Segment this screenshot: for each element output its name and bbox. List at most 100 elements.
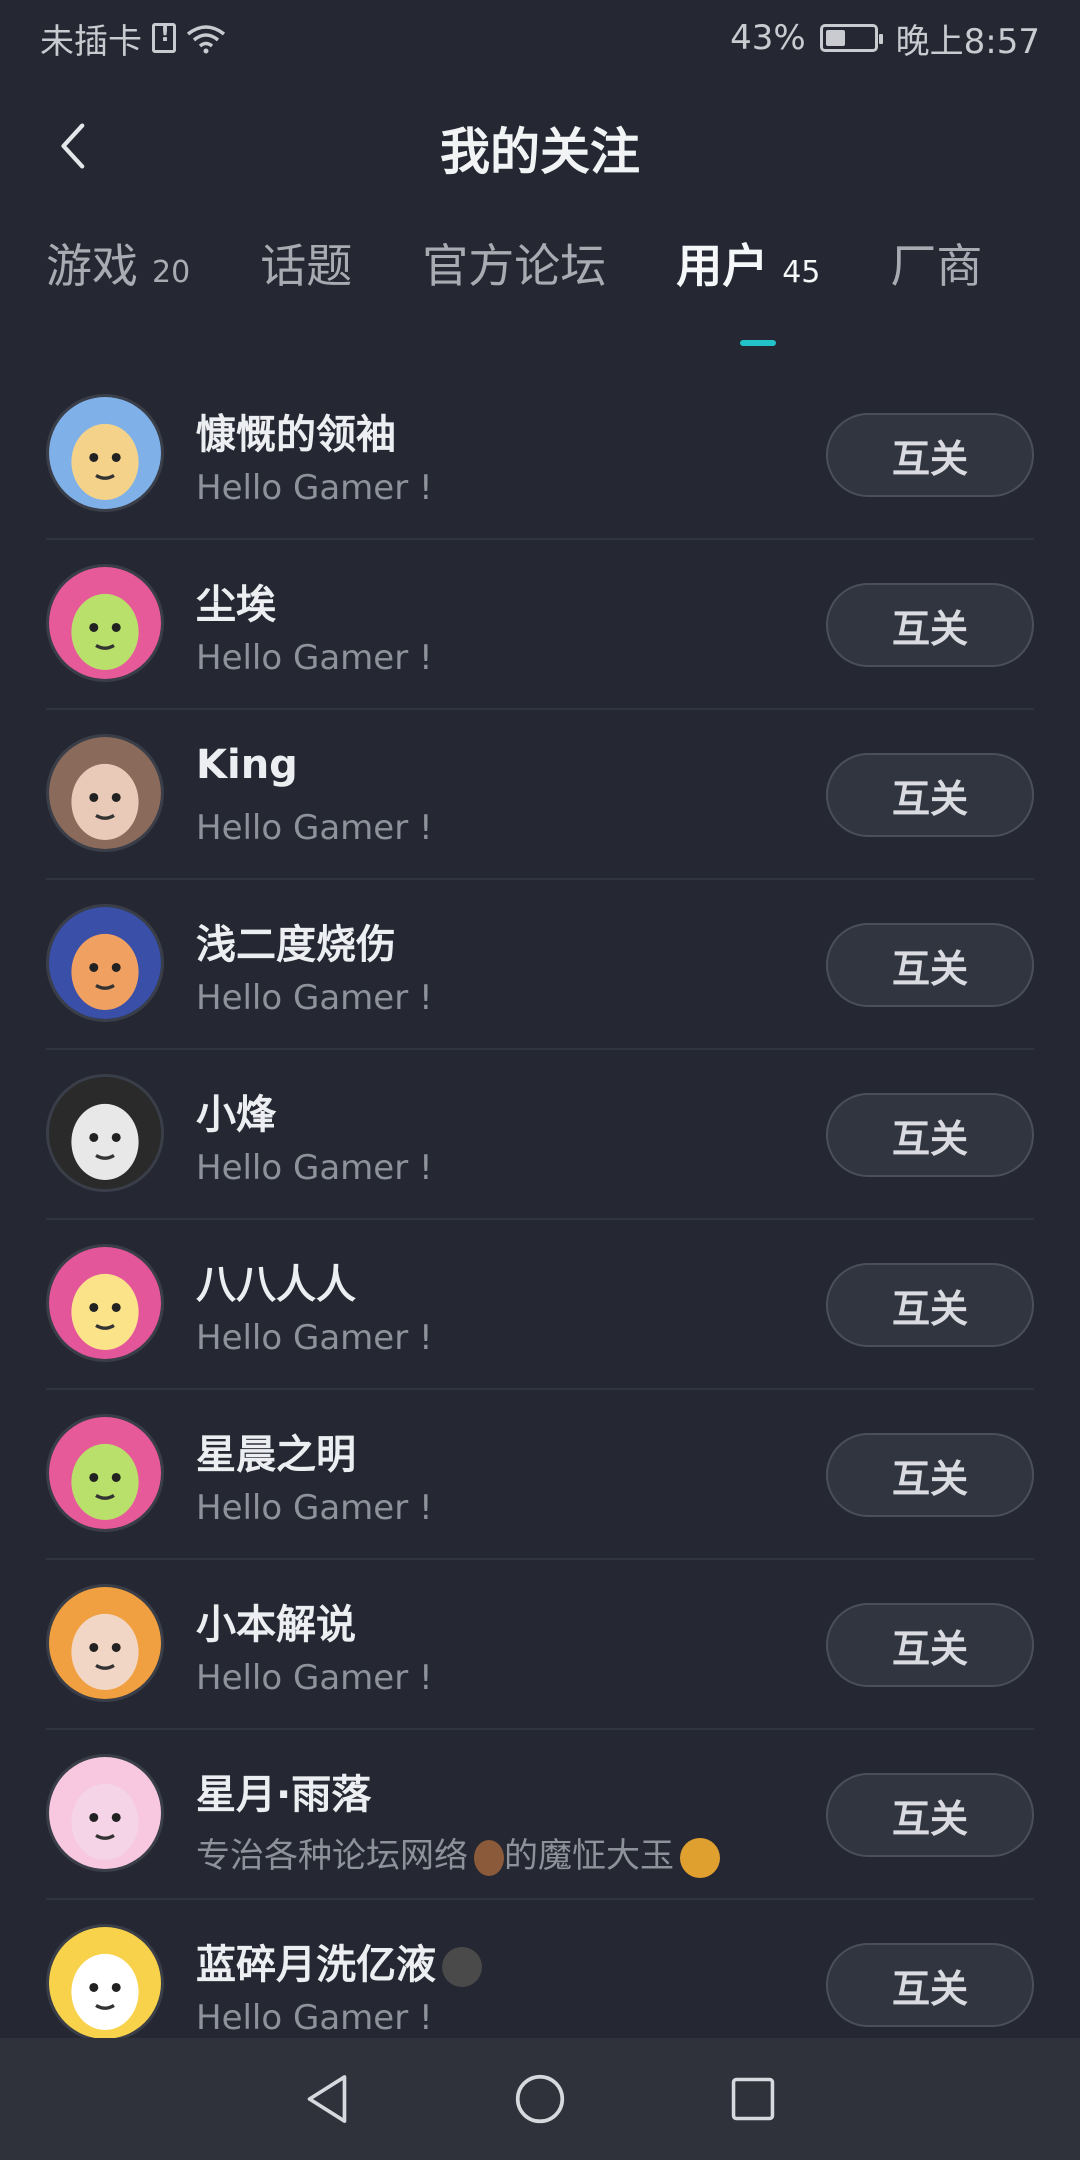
- user-name-text: 星晨之明: [196, 1432, 356, 1478]
- tab-count: 45: [782, 255, 821, 290]
- avatar[interactable]: [46, 1414, 164, 1532]
- user-name-text: 星月·雨落: [196, 1772, 372, 1818]
- user-bio-text-2: 的魔怔大玉: [504, 1836, 674, 1876]
- tab-label: 游戏: [46, 239, 138, 293]
- tab-count: 20: [152, 255, 191, 290]
- user-bio-text: Hello Gamer !: [196, 808, 433, 848]
- active-tab-indicator: [740, 340, 776, 346]
- user-bio: Hello Gamer !: [196, 1488, 433, 1528]
- avatar[interactable]: [46, 904, 164, 1022]
- moon-emoji-icon: [442, 1947, 482, 1987]
- user-name: 小本解说: [196, 1592, 356, 1650]
- mutual-follow-button[interactable]: 互关: [826, 923, 1034, 1007]
- tab-2[interactable]: 官方论坛: [422, 230, 606, 296]
- mutual-follow-button[interactable]: 互关: [826, 1263, 1034, 1347]
- mutual-follow-button[interactable]: 互关: [826, 1093, 1034, 1177]
- user-row[interactable]: 慷慨的领袖 Hello Gamer ! 互关: [0, 370, 1080, 540]
- battery-icon: [819, 24, 883, 52]
- carrier-text: 未插卡: [40, 21, 142, 62]
- avatar[interactable]: [46, 734, 164, 852]
- mutual-follow-button[interactable]: 互关: [826, 1773, 1034, 1857]
- user-name: 小烽: [196, 1082, 276, 1140]
- avatar[interactable]: [46, 564, 164, 682]
- avatar[interactable]: [46, 1074, 164, 1192]
- user-bio: Hello Gamer !: [196, 1318, 433, 1358]
- user-bio-text: Hello Gamer !: [196, 1318, 433, 1358]
- user-name-text: 慷慨的领袖: [196, 412, 396, 458]
- avatar[interactable]: [46, 1584, 164, 1702]
- user-name: 八八人人: [196, 1252, 356, 1310]
- nav-recents-icon[interactable]: [723, 2069, 783, 2129]
- tab-4[interactable]: 厂商: [890, 230, 982, 296]
- user-row[interactable]: 星晨之明 Hello Gamer ! 互关: [0, 1390, 1080, 1560]
- user-bio: 专治各种论坛网络 的魔怔大玉: [196, 1828, 720, 1878]
- tab-label: 官方论坛: [422, 239, 607, 293]
- user-bio-text: Hello Gamer !: [196, 1658, 433, 1698]
- tab-label: 话题: [260, 239, 353, 293]
- clock: 晚上8:57: [895, 21, 1040, 62]
- user-name: 尘埃: [196, 572, 276, 630]
- user-bio: Hello Gamer !: [196, 1998, 433, 2038]
- avatar[interactable]: [46, 1924, 164, 2042]
- user-name-text: 尘埃: [196, 582, 276, 628]
- mutual-follow-button[interactable]: 互关: [826, 1603, 1034, 1687]
- user-bio: Hello Gamer !: [196, 468, 433, 508]
- tab-label: 厂商: [890, 239, 983, 293]
- battery-percent: 43%: [730, 18, 806, 58]
- mutual-follow-button[interactable]: 互关: [826, 1943, 1034, 2027]
- avatar[interactable]: [46, 1754, 164, 1872]
- user-row[interactable]: 尘埃 Hello Gamer ! 互关: [0, 540, 1080, 710]
- user-name: 星月·雨落: [196, 1762, 371, 1820]
- wifi-icon: [186, 23, 226, 54]
- user-name-text: 蓝碎月洗亿液: [196, 1942, 436, 1988]
- user-name-text: 八八人人: [196, 1262, 356, 1308]
- tab-0[interactable]: 游戏 20: [46, 230, 190, 296]
- user-bio-text: Hello Gamer !: [196, 1488, 433, 1528]
- tab-label: 用户: [676, 239, 769, 293]
- mutual-follow-button[interactable]: 互关: [826, 1433, 1034, 1517]
- status-right: 43% 晚上8:57: [730, 14, 1040, 63]
- monkey-emoji-icon: [474, 1839, 504, 1876]
- header: 我的关注: [0, 76, 1080, 212]
- following-user-list: 慷慨的领袖 Hello Gamer ! 互关 尘埃 Hello Gamer ! 互关 Kin…: [0, 370, 1080, 2070]
- user-row[interactable]: 星月·雨落专治各种论坛网络 的魔怔大玉 互关: [0, 1730, 1080, 1900]
- sim-alert-icon: [152, 22, 176, 53]
- user-bio-text: Hello Gamer !: [196, 638, 433, 678]
- user-bio-text: Hello Gamer !: [196, 1148, 433, 1188]
- nav-back-icon[interactable]: [297, 2069, 357, 2129]
- user-row[interactable]: 八八人人 Hello Gamer ! 互关: [0, 1220, 1080, 1390]
- user-bio-text: Hello Gamer !: [196, 1998, 433, 2038]
- user-bio: Hello Gamer !: [196, 1658, 433, 1698]
- user-row[interactable]: 小本解说 Hello Gamer ! 互关: [0, 1560, 1080, 1730]
- user-bio-text: Hello Gamer !: [196, 468, 433, 508]
- user-name: 星晨之明: [196, 1422, 356, 1480]
- user-name-text: King: [196, 742, 298, 788]
- user-name: King: [196, 742, 298, 788]
- user-row[interactable]: 小烽 Hello Gamer ! 互关: [0, 1050, 1080, 1220]
- user-name: 蓝碎月洗亿液: [196, 1932, 482, 1990]
- avatar[interactable]: [46, 394, 164, 512]
- user-bio-text: Hello Gamer !: [196, 978, 433, 1018]
- status-left: 未插卡: [40, 14, 226, 63]
- user-name-text: 小烽: [196, 1092, 276, 1138]
- user-name-text: 浅二度烧伤: [196, 922, 396, 968]
- tab-1[interactable]: 话题: [260, 230, 352, 296]
- user-bio-text: 专治各种论坛网络: [196, 1836, 468, 1876]
- mutual-follow-button[interactable]: 互关: [826, 753, 1034, 837]
- user-row[interactable]: King Hello Gamer ! 互关: [0, 710, 1080, 880]
- user-row[interactable]: 浅二度烧伤 Hello Gamer ! 互关: [0, 880, 1080, 1050]
- user-bio: Hello Gamer !: [196, 1148, 433, 1188]
- user-bio: Hello Gamer !: [196, 978, 433, 1018]
- user-name: 浅二度烧伤: [196, 912, 396, 970]
- tab-bar: 游戏 20 话题 官方论坛 用户 45 厂商: [0, 230, 1080, 350]
- user-bio: Hello Gamer !: [196, 808, 433, 848]
- tab-3[interactable]: 用户 45: [676, 230, 820, 296]
- nav-home-icon[interactable]: [510, 2069, 570, 2129]
- user-name-text: 小本解说: [196, 1602, 356, 1648]
- avatar[interactable]: [46, 1244, 164, 1362]
- page-title: 我的关注: [440, 123, 640, 181]
- user-bio: Hello Gamer !: [196, 638, 433, 678]
- mutual-follow-button[interactable]: 互关: [826, 583, 1034, 667]
- mutual-follow-button[interactable]: 互关: [826, 413, 1034, 497]
- system-nav-bar: [0, 2038, 1080, 2160]
